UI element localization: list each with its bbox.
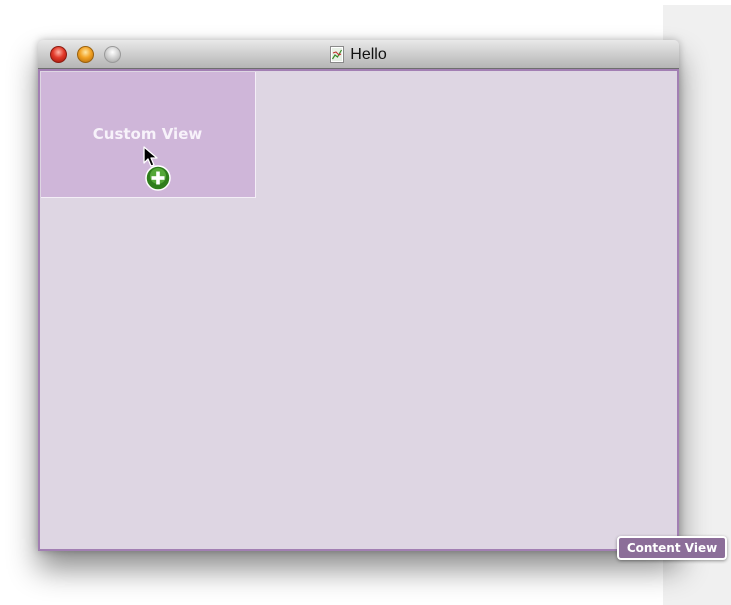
custom-view-label: Custom View [92, 125, 203, 143]
app-window: Hello Custom View [38, 40, 679, 551]
window-title: Hello [350, 45, 387, 63]
window-title-group: Hello [38, 40, 679, 69]
window-titlebar[interactable]: Hello [38, 40, 679, 69]
content-view[interactable]: Custom View [38, 69, 679, 551]
plus-badge-icon [145, 165, 171, 191]
document-icon[interactable] [330, 46, 345, 63]
content-view-badge: Content View [617, 536, 727, 560]
